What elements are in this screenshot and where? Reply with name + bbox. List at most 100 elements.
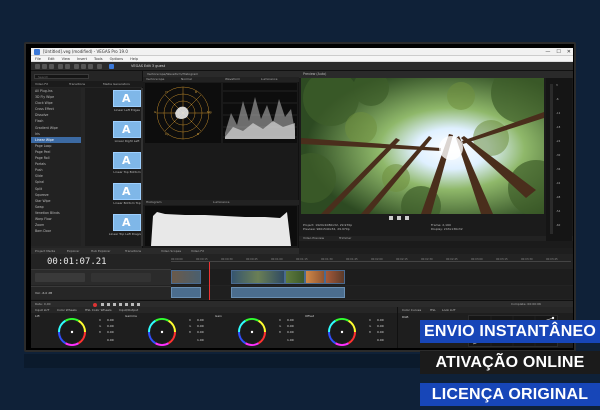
tab-video-fx[interactable]: Video FX (35, 81, 48, 87)
audio-clip[interactable] (171, 287, 201, 298)
tab-media-generators[interactable]: Media Generators (103, 81, 130, 87)
color-wheel[interactable] (55, 317, 89, 347)
audio-track-header: Vol: -6.0 dB (31, 286, 171, 299)
loop-icon[interactable] (101, 303, 104, 306)
alpha-value[interactable]: 0.00 (107, 338, 114, 342)
wheel-handle[interactable] (70, 330, 74, 334)
waveform-monitor (223, 83, 297, 143)
color-wheel[interactable] (145, 317, 179, 347)
prev-frame-icon[interactable] (131, 303, 134, 306)
transition-thumbnail[interactable]: A (113, 152, 141, 169)
video-clip[interactable] (231, 270, 285, 284)
channel-value[interactable]: 0.00 (197, 324, 204, 328)
preview-header[interactable]: Preview (Auto) (299, 71, 573, 78)
paste-icon[interactable] (88, 64, 93, 69)
copy-icon[interactable] (81, 64, 86, 69)
preview-info-line: Preview: 960x540x32, 29.970p (303, 227, 350, 231)
tab-look-lut[interactable]: Look LUT (442, 307, 456, 313)
channel-value[interactable]: 0.00 (107, 330, 114, 334)
save-icon[interactable] (49, 64, 54, 69)
color-wheel[interactable] (325, 317, 359, 347)
video-clip[interactable] (285, 270, 305, 284)
time-ruler[interactable]: 00:00:00 00:00:15 00:00:30 00:00:45 00:01:00… (171, 257, 571, 262)
new-icon[interactable] (35, 64, 40, 69)
redo-icon[interactable] (65, 64, 70, 69)
play-from-start-icon[interactable] (107, 303, 110, 306)
channel-value[interactable]: 0.00 (377, 324, 384, 328)
menu-help[interactable]: Help (130, 56, 138, 61)
play-icon[interactable] (113, 303, 116, 306)
tab-color-curves[interactable]: Color Curves (402, 307, 421, 313)
open-icon[interactable] (42, 64, 47, 69)
wheel-handle[interactable] (250, 330, 254, 334)
transition-thumbnail[interactable]: A (113, 90, 141, 107)
alpha-value[interactable]: 0.00 (377, 338, 384, 342)
audio-clip[interactable] (231, 287, 345, 298)
tab-input-lut[interactable]: Input LUT (35, 307, 49, 313)
cut-icon[interactable] (74, 64, 79, 69)
track-level[interactable] (91, 273, 151, 282)
tab-trimmer[interactable]: Trimmer (339, 236, 351, 241)
curve-channel[interactable]: RGB (402, 315, 408, 319)
next-frame-icon[interactable] (405, 216, 409, 220)
stop-icon[interactable] (397, 216, 401, 220)
hub-icon[interactable] (109, 64, 114, 69)
wheel-handle[interactable] (160, 330, 164, 334)
fx-list-item[interactable]: Barn Door (31, 228, 81, 234)
color-wheel[interactable] (235, 317, 269, 347)
channel-value[interactable]: 0.00 (287, 318, 294, 322)
menu-tools[interactable]: Tools (94, 56, 103, 61)
next-frame-icon[interactable] (137, 303, 140, 306)
minimize-button[interactable]: — (545, 48, 550, 56)
track-controls[interactable] (35, 273, 85, 282)
fx-list: All Plug-Ins 3D Fly Wipe Clock Wipe Cross E… (31, 88, 81, 246)
menu-view[interactable]: View (62, 56, 70, 61)
channel-value[interactable]: 0.00 (107, 318, 114, 322)
meter-tick-label: -18 (556, 126, 561, 129)
playhead[interactable] (209, 262, 210, 300)
pause-icon[interactable] (119, 303, 122, 306)
video-clip[interactable] (305, 270, 325, 284)
close-button[interactable]: ✕ (567, 48, 571, 56)
tab-color-wheels[interactable]: Color Wheels (57, 307, 77, 313)
channel-value[interactable]: 0.00 (107, 324, 114, 328)
tab-transitions[interactable]: Transitions (69, 81, 85, 87)
channel-value[interactable]: 0.00 (287, 330, 294, 334)
channel-value[interactable]: 0.00 (377, 318, 384, 322)
wheel-handle[interactable] (340, 330, 344, 334)
channel-value[interactable]: 0.00 (197, 318, 204, 322)
color-wheel-block: Gain R 0.00 G 0.00 B 0.00 1.00 (211, 314, 299, 348)
record-icon[interactable] (93, 302, 97, 307)
alpha-value[interactable]: 1.00 (197, 338, 204, 342)
transition-thumbnail[interactable]: A (113, 121, 141, 138)
wheel-title: Gain (215, 314, 222, 318)
search-input[interactable]: Search (34, 74, 89, 79)
maximize-button[interactable]: ☐ (556, 48, 560, 56)
render-icon[interactable] (97, 64, 102, 69)
alpha-value[interactable]: 1.00 (287, 338, 294, 342)
channel-value[interactable]: 0.00 (197, 330, 204, 334)
menu-edit[interactable]: Edit (48, 56, 55, 61)
tab-hsl-color-wheels[interactable]: HSL Color Wheels (85, 307, 112, 313)
curves-tabs: Color Curves HSL Look LUT (398, 307, 573, 313)
audio-volume-label: Vol: -6.0 dB (35, 291, 53, 295)
transition-thumbnail[interactable]: A (113, 214, 141, 231)
menu-insert[interactable]: Insert (77, 56, 87, 61)
stop-icon[interactable] (125, 303, 128, 306)
tab-hsl[interactable]: HSL (430, 307, 436, 313)
app-icon (34, 49, 40, 55)
menu-file[interactable]: File (35, 56, 41, 61)
tab-video-preview[interactable]: Video Preview (303, 236, 324, 241)
channel-value[interactable]: 0.00 (377, 330, 384, 334)
menu-options[interactable]: Options (110, 56, 124, 61)
tab-input-output[interactable]: Input/Output (119, 307, 138, 313)
undo-icon[interactable] (58, 64, 63, 69)
channel-value[interactable]: 0.00 (287, 324, 294, 328)
transition-thumbnail[interactable]: A (113, 183, 141, 200)
play-icon[interactable] (389, 216, 393, 220)
video-clip[interactable] (325, 270, 345, 284)
trial-label: VEGAS Edit 3 guest (131, 64, 166, 68)
channel-label: R (189, 318, 192, 322)
video-clip[interactable] (171, 270, 201, 284)
channel-label: G (99, 324, 102, 328)
